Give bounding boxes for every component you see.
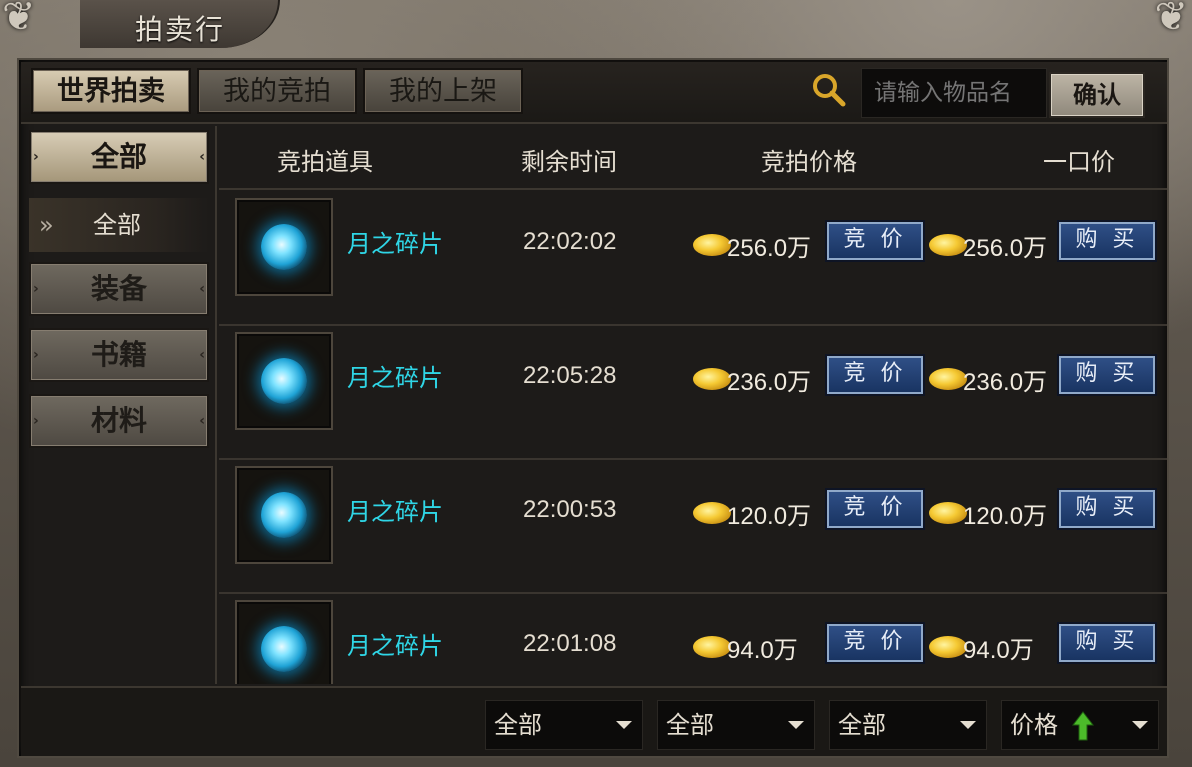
moon-shard-icon <box>261 492 307 538</box>
chevron-down-icon <box>788 721 804 729</box>
chevron-down-icon <box>960 721 976 729</box>
tab-my-listings[interactable]: 我的上架 <box>363 68 523 114</box>
gold-coin-icon <box>929 636 967 658</box>
tab-my-bids[interactable]: 我的竞拍 <box>197 68 357 114</box>
category-label: 材料 <box>90 404 147 437</box>
filter-dropdown-2[interactable]: 全部 <box>657 700 815 750</box>
chevron-left-icon: ‹ <box>199 413 205 429</box>
header-time-left: 剩余时间 <box>521 148 617 176</box>
header-item: 竞拍道具 <box>277 148 373 176</box>
bid-button[interactable]: 竞 价 <box>827 356 923 394</box>
search-input[interactable] <box>861 68 1047 118</box>
category-sidebar: › 全部 ‹ » 全部 › 装备 ‹ › 书籍 ‹ › 材料 ‹ <box>21 126 217 684</box>
chevron-right-icon: › <box>33 413 39 429</box>
category-equipment[interactable]: › 装备 ‹ <box>29 262 209 316</box>
subcategory-label: 全部 <box>93 211 141 239</box>
time-left: 22:01:08 <box>523 630 617 657</box>
green-up-arrow-icon <box>1072 711 1094 741</box>
filter-dropdown-1[interactable]: 全部 <box>485 700 643 750</box>
item-slot[interactable] <box>235 332 333 430</box>
time-left: 22:05:28 <box>523 362 617 389</box>
gold-coin-icon <box>693 234 731 256</box>
buyout-price: 236.0万 <box>963 369 1048 396</box>
filter-bar: 全部 全部 全部 价格 <box>21 686 1167 756</box>
item-slot[interactable] <box>235 198 333 296</box>
table-row[interactable]: 月之碎片 22:01:08 94.0万 竞 价 94.0万 购 买 <box>219 594 1167 684</box>
ornament-icon: ❦ <box>2 0 36 40</box>
table-row[interactable]: 月之碎片 22:05:28 236.0万 竞 价 236.0万 购 买 <box>219 326 1167 460</box>
table-header: 竞拍道具 剩余时间 竞拍价格 一口价 <box>219 126 1167 190</box>
gold-coin-icon <box>693 368 731 390</box>
gold-coin-icon <box>929 502 967 524</box>
item-name[interactable]: 月之碎片 <box>347 492 443 527</box>
header-bid-price: 竞拍价格 <box>761 148 857 176</box>
category-label: 装备 <box>90 272 147 305</box>
window-title: 拍卖行 <box>135 13 226 46</box>
gold-coin-icon <box>693 636 731 658</box>
buy-button[interactable]: 购 买 <box>1059 222 1155 260</box>
table-row[interactable]: 月之碎片 22:00:53 120.0万 竞 价 120.0万 购 买 <box>219 460 1167 594</box>
chevron-left-icon: ‹ <box>199 281 205 297</box>
sort-dropdown[interactable]: 价格 <box>1001 700 1159 750</box>
category-materials[interactable]: › 材料 ‹ <box>29 394 209 448</box>
time-left: 22:02:02 <box>523 228 617 255</box>
search-icon[interactable] <box>811 72 847 108</box>
dropdown-value: 价格 <box>1010 711 1058 739</box>
buyout-price: 256.0万 <box>963 235 1048 262</box>
category-all[interactable]: › 全部 ‹ <box>29 130 209 184</box>
buyout-price: 94.0万 <box>963 637 1034 664</box>
filter-dropdown-3[interactable]: 全部 <box>829 700 987 750</box>
chevron-down-icon <box>1132 721 1148 729</box>
gold-coin-icon <box>929 234 967 256</box>
dropdown-value: 全部 <box>666 711 714 739</box>
bid-price: 94.0万 <box>727 637 798 664</box>
dropdown-value: 全部 <box>838 711 886 739</box>
ornament-icon: ❦ <box>1154 0 1188 40</box>
item-slot[interactable] <box>235 466 333 564</box>
moon-shard-icon <box>261 224 307 270</box>
item-name[interactable]: 月之碎片 <box>347 358 443 393</box>
bid-button[interactable]: 竞 价 <box>827 490 923 528</box>
time-left: 22:00:53 <box>523 496 617 523</box>
subcategory-all[interactable]: » 全部 <box>29 198 209 252</box>
header-buyout-price: 一口价 <box>1043 148 1115 176</box>
chevron-right-icon: › <box>33 149 39 165</box>
buyout-price: 120.0万 <box>963 503 1048 530</box>
category-books[interactable]: › 书籍 ‹ <box>29 328 209 382</box>
chevron-left-icon: ‹ <box>199 347 205 363</box>
bid-button[interactable]: 竞 价 <box>827 624 923 662</box>
buy-button[interactable]: 购 买 <box>1059 356 1155 394</box>
chevron-down-icon <box>616 721 632 729</box>
item-name[interactable]: 月之碎片 <box>347 626 443 661</box>
auction-panel: 世界拍卖 我的竞拍 我的上架 确认 › 全部 ‹ » 全部 › 装备 <box>17 58 1169 758</box>
tab-world-auction[interactable]: 世界拍卖 <box>31 68 191 114</box>
chevron-right-icon: › <box>33 281 39 297</box>
gold-coin-icon <box>693 502 731 524</box>
moon-shard-icon <box>261 626 307 672</box>
chevron-right-icon: › <box>33 347 39 363</box>
dropdown-value: 全部 <box>494 711 542 739</box>
buy-button[interactable]: 购 买 <box>1059 624 1155 662</box>
toolbar: 世界拍卖 我的竞拍 我的上架 确认 <box>21 62 1167 124</box>
bid-price: 120.0万 <box>727 503 812 530</box>
auction-table: 竞拍道具 剩余时间 竞拍价格 一口价 月之碎片 22:02:02 256.0万 … <box>219 126 1167 684</box>
bid-button[interactable]: 竞 价 <box>827 222 923 260</box>
category-label: 全部 <box>90 140 147 173</box>
item-slot[interactable] <box>235 600 333 684</box>
bid-price: 236.0万 <box>727 369 812 396</box>
confirm-button[interactable]: 确认 <box>1049 72 1145 118</box>
moon-shard-icon <box>261 358 307 404</box>
item-name[interactable]: 月之碎片 <box>347 224 443 259</box>
table-row[interactable]: 月之碎片 22:02:02 256.0万 竞 价 256.0万 购 买 <box>219 192 1167 326</box>
category-label: 书籍 <box>90 338 147 371</box>
buy-button[interactable]: 购 买 <box>1059 490 1155 528</box>
window-frame: 拍卖行 ❦ ❦ 世界拍卖 我的竞拍 我的上架 确认 › 全部 ‹ » 全部 <box>0 0 1192 767</box>
double-chevron-icon: » <box>39 211 54 239</box>
bid-price: 256.0万 <box>727 235 812 262</box>
gold-coin-icon <box>929 368 967 390</box>
chevron-left-icon: ‹ <box>199 149 205 165</box>
